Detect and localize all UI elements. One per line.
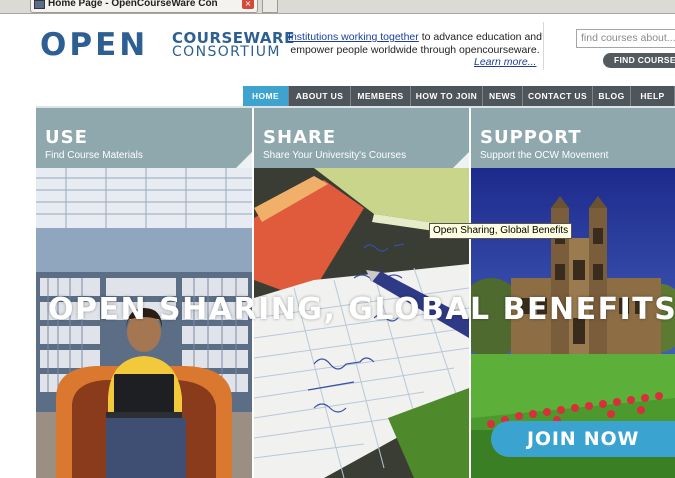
panel-use-title: USE bbox=[45, 127, 88, 148]
panel-corner-notch bbox=[236, 152, 252, 168]
panel-support-title: SUPPORT bbox=[480, 127, 582, 148]
nav-how-to-join[interactable]: HOW TO JOIN bbox=[411, 86, 483, 106]
nav-news[interactable]: NEWS bbox=[483, 86, 523, 106]
search-input[interactable]: find courses about... bbox=[576, 29, 675, 48]
logo-open-text: OPEN bbox=[40, 27, 149, 63]
panel-use-subtitle: Find Course Materials bbox=[45, 150, 143, 161]
find-courses-button[interactable]: FIND COURSES bbox=[603, 53, 675, 68]
panel-use[interactable]: USE Find Course Materials bbox=[36, 108, 252, 168]
panel-share-title: SHARE bbox=[263, 127, 337, 148]
site-tagline: Institutions working together to advance… bbox=[275, 31, 555, 57]
nav-home[interactable]: HOME bbox=[243, 86, 289, 106]
browser-tab-strip: Home Page - OpenCourseWare Con × bbox=[0, 0, 675, 14]
new-tab-button[interactable] bbox=[262, 0, 278, 13]
nav-about-us[interactable]: ABOUT US bbox=[289, 86, 351, 106]
hero-headline: OPEN SHARING, GLOBAL BENEFITS bbox=[48, 292, 675, 327]
nav-contact-us[interactable]: CONTACT US bbox=[523, 86, 593, 106]
panel-support[interactable]: SUPPORT Support the OCW Movement bbox=[471, 108, 675, 168]
join-now-button[interactable]: JOIN NOW bbox=[491, 421, 675, 457]
close-tab-icon[interactable]: × bbox=[242, 0, 254, 9]
browser-tab[interactable]: Home Page - OpenCourseWare Con × bbox=[30, 0, 258, 13]
tagline-link[interactable]: Institutions working together bbox=[288, 31, 419, 43]
panel-corner-notch bbox=[453, 152, 469, 168]
nav-blog[interactable]: BLOG bbox=[593, 86, 631, 106]
hover-tooltip: Open Sharing, Global Benefits bbox=[429, 223, 573, 239]
learn-more-link[interactable]: Learn more... bbox=[474, 56, 536, 68]
favicon-icon bbox=[34, 0, 45, 9]
header-divider bbox=[543, 22, 544, 70]
tagline-text-1: to advance education and bbox=[418, 31, 542, 43]
panel-support-subtitle: Support the OCW Movement bbox=[480, 150, 609, 161]
panel-share[interactable]: SHARE Share Your University's Courses bbox=[254, 108, 469, 168]
tagline-text-2: empower people worldwide through opencou… bbox=[290, 44, 540, 56]
nav-help[interactable]: HELP bbox=[631, 86, 675, 106]
browser-tab-title: Home Page - OpenCourseWare Con bbox=[48, 0, 218, 9]
panel-share-subtitle: Share Your University's Courses bbox=[263, 150, 407, 161]
nav-members[interactable]: MEMBERS bbox=[351, 86, 411, 106]
main-nav: HOME ABOUT US MEMBERS HOW TO JOIN NEWS C… bbox=[243, 86, 675, 106]
logo-consortium-text: CONSORTIUM bbox=[172, 44, 281, 60]
